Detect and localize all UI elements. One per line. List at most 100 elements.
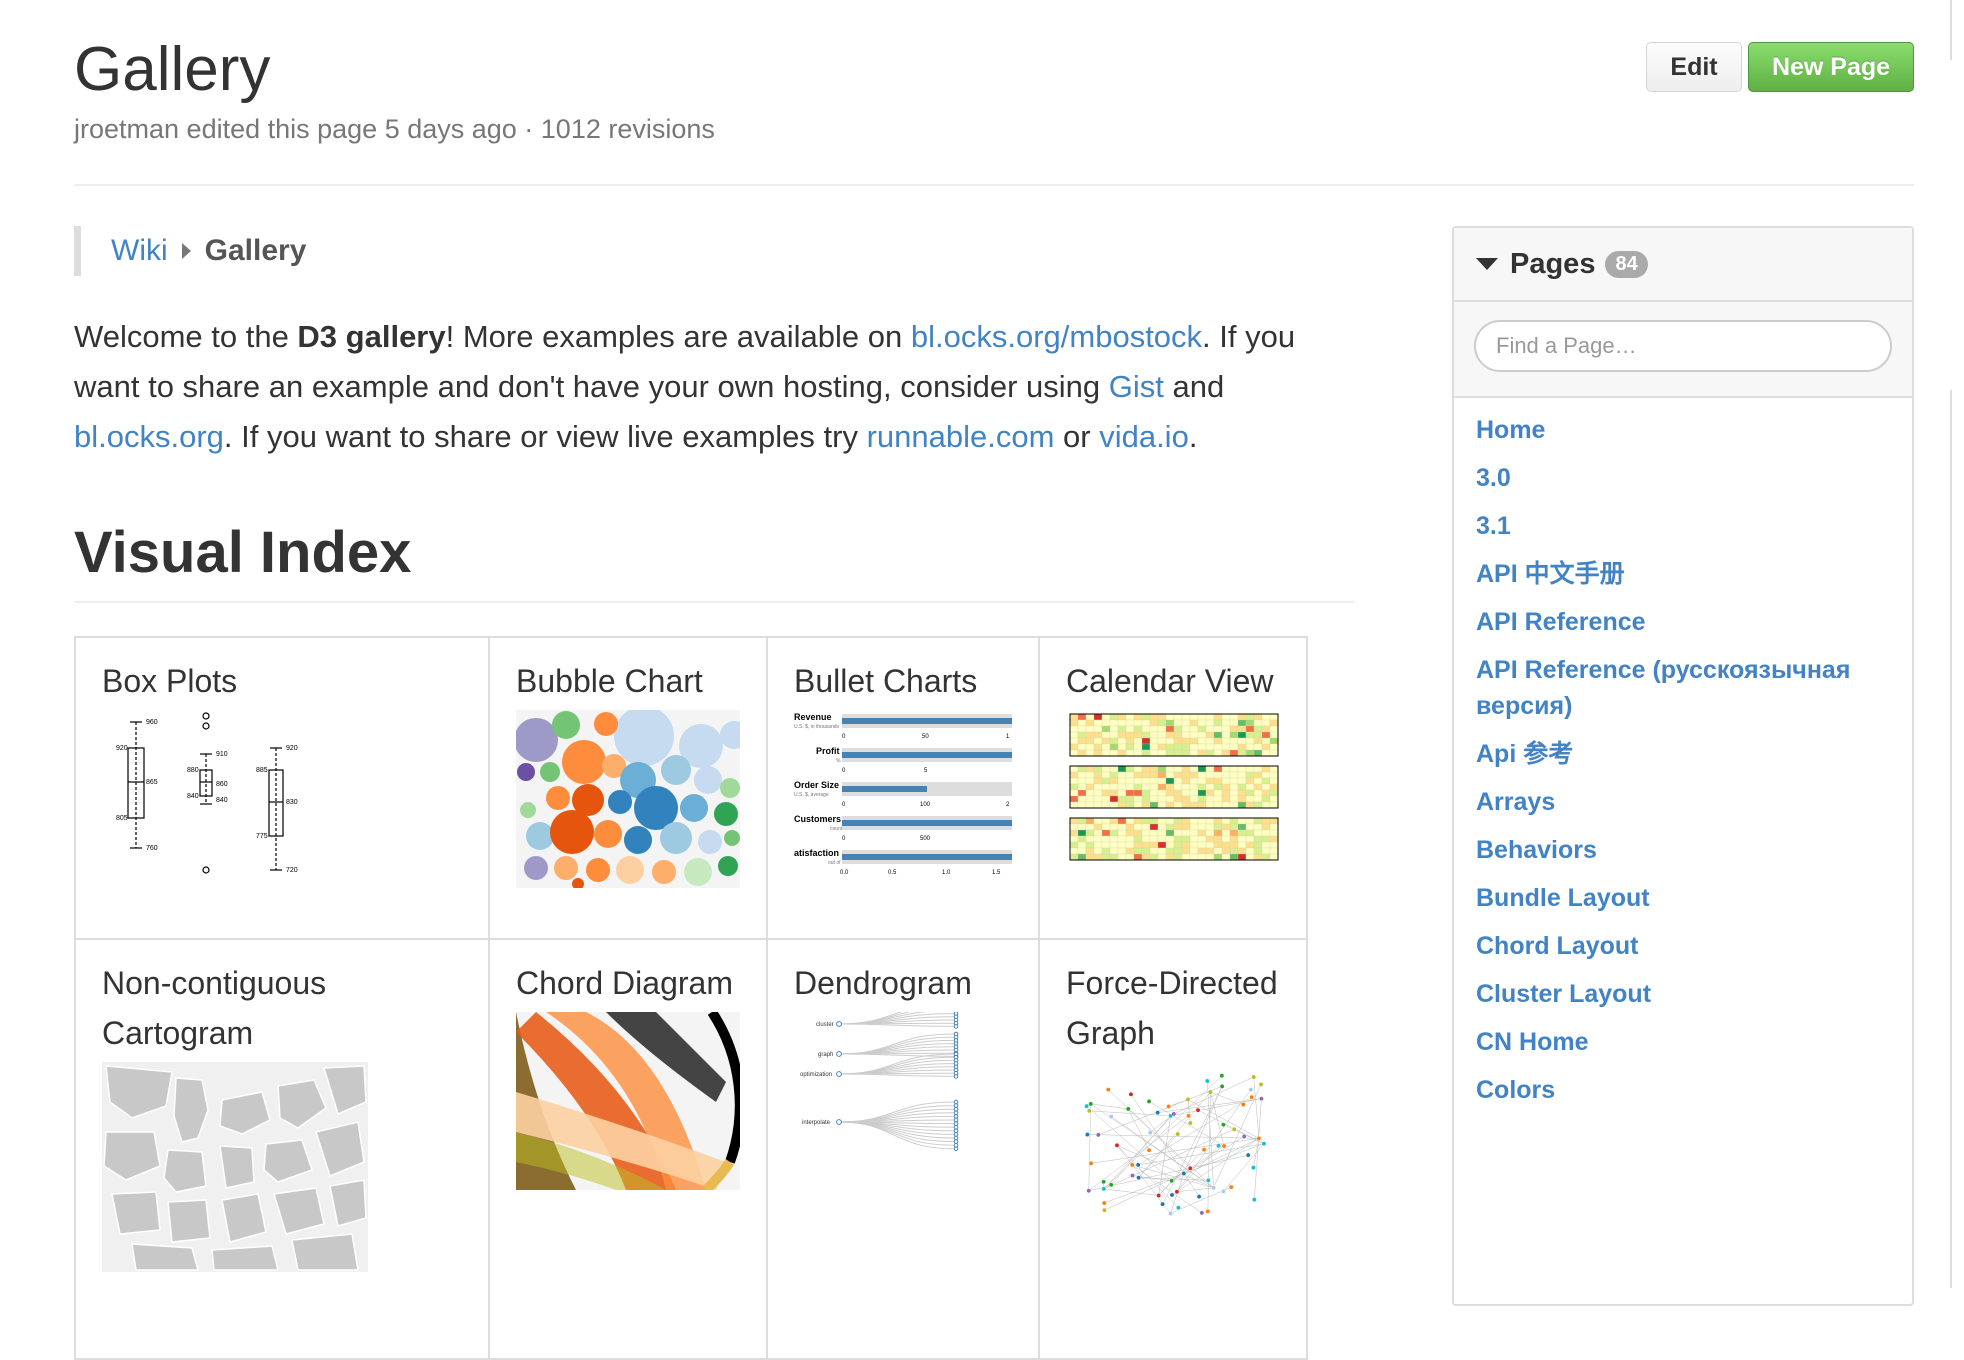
calendar-day-cell xyxy=(1118,744,1126,750)
gallery-title-chord-diagram[interactable]: Chord Diagram xyxy=(516,958,740,1008)
page-link[interactable]: Home xyxy=(1476,416,1545,444)
gallery-title-bullet-charts[interactable]: Bullet Charts xyxy=(794,656,1012,706)
blocks-link[interactable]: bl.ocks.org xyxy=(74,419,224,454)
breadcrumb-wiki-link[interactable]: Wiki xyxy=(111,234,168,268)
gallery-title-calendar-view[interactable]: Calendar View xyxy=(1066,656,1280,706)
page-list-item: Colors xyxy=(1476,1066,1890,1114)
gist-link[interactable]: Gist xyxy=(1109,369,1164,404)
page-link[interactable]: API Reference (русскоязычная xyxy=(1476,656,1850,684)
calendar-day-cell xyxy=(1230,848,1238,854)
intro-paragraph: Welcome to the D3 gallery! More examples… xyxy=(74,312,1364,462)
gallery-title-box-plots[interactable]: Box Plots xyxy=(102,656,462,706)
bubble-chart-thumbnail[interactable] xyxy=(516,710,740,888)
page-list-item: Home xyxy=(1476,406,1890,454)
page-link[interactable]: Behaviors xyxy=(1476,836,1597,864)
bullet-charts-thumbnail[interactable]: Revenue U.S. $, in thousands Profit % Or… xyxy=(794,710,1012,880)
gallery-cell-calendar-view[interactable]: Calendar View xyxy=(1039,637,1307,939)
calendar-day-cell xyxy=(1094,784,1102,790)
calendar-day-cell xyxy=(1190,790,1198,796)
calendar-day-cell xyxy=(1246,854,1254,860)
page-link[interactable]: Chord Layout xyxy=(1476,932,1639,960)
calendar-day-cell xyxy=(1198,790,1206,796)
vida-link[interactable]: vida.io xyxy=(1099,419,1189,454)
calendar-day-cell xyxy=(1070,854,1078,860)
graph-node xyxy=(1155,1110,1159,1114)
calendar-day-cell xyxy=(1246,836,1254,842)
page-link[interactable]: Bundle Layout xyxy=(1476,884,1650,912)
gallery-title-cartogram[interactable]: Non-contiguous Cartogram xyxy=(102,958,462,1058)
page-link[interactable]: 3.1 xyxy=(1476,512,1511,540)
calendar-day-cell xyxy=(1174,848,1182,854)
intro-text: . xyxy=(1189,419,1198,454)
calendar-day-cell xyxy=(1158,818,1166,824)
edit-button[interactable]: Edit xyxy=(1646,42,1742,92)
calendar-day-cell xyxy=(1086,784,1094,790)
page-link[interactable]: CN Home xyxy=(1476,1028,1589,1056)
page-link[interactable]: Arrays xyxy=(1476,788,1555,816)
gallery-cell-bullet-charts[interactable]: Bullet Charts Revenue U.S. $, in thousan… xyxy=(767,637,1039,939)
calendar-day-cell xyxy=(1086,818,1094,824)
pages-header[interactable]: Pages 84 xyxy=(1454,228,1912,302)
gallery-cell-cartogram[interactable]: Non-contiguous Cartogram xyxy=(75,939,489,1359)
calendar-day-cell xyxy=(1174,766,1182,772)
gallery-cell-bubble-chart[interactable]: Bubble Chart xyxy=(489,637,767,939)
calendar-day-cell xyxy=(1126,778,1134,784)
page-link[interactable]: API Reference xyxy=(1476,608,1646,636)
calendar-day-cell xyxy=(1086,830,1094,836)
calendar-day-cell xyxy=(1158,726,1166,732)
find-page-input[interactable] xyxy=(1474,320,1892,372)
new-page-button[interactable]: New Page xyxy=(1748,42,1914,92)
page-link[interactable]: Api 参考 xyxy=(1476,740,1573,768)
calendar-day-cell xyxy=(1078,836,1086,842)
chord-diagram-thumbnail[interactable] xyxy=(516,1012,740,1190)
box-plots-thumbnail[interactable]: 960 920 865 805 760 910 880 860 840 840 … xyxy=(102,710,322,880)
page-link[interactable]: версия) xyxy=(1476,692,1572,720)
page-link[interactable]: Cluster Layout xyxy=(1476,980,1651,1008)
cartogram-title-line2: Cartogram xyxy=(102,1015,253,1051)
right-edge-border xyxy=(1950,0,1964,1288)
gallery-title-force-directed[interactable]: Force-Directed Graph xyxy=(1066,958,1280,1058)
force-graph-thumbnail[interactable] xyxy=(1066,1062,1280,1232)
page-link[interactable]: API 中文手册 xyxy=(1476,560,1625,588)
calendar-day-cell xyxy=(1246,790,1254,796)
page-link[interactable]: 3.0 xyxy=(1476,464,1511,492)
caret-down-icon[interactable] xyxy=(1476,258,1498,270)
gallery-cell-box-plots[interactable]: Box Plots 960 920 865 xyxy=(75,637,489,939)
graph-node xyxy=(1087,1109,1091,1113)
gallery-title-bubble-chart[interactable]: Bubble Chart xyxy=(516,656,740,706)
gallery-cell-force-directed[interactable]: Force-Directed Graph xyxy=(1039,939,1307,1359)
calendar-day-cell xyxy=(1206,836,1214,842)
calendar-day-cell xyxy=(1262,750,1270,756)
calendar-day-cell xyxy=(1222,714,1230,720)
calendar-view-thumbnail[interactable] xyxy=(1066,710,1280,880)
gallery-cell-dendrogram[interactable]: Dendrogram cluster graph optimization in… xyxy=(767,939,1039,1359)
runnable-link[interactable]: runnable.com xyxy=(867,419,1055,454)
calendar-day-cell xyxy=(1118,824,1126,830)
page-link[interactable]: Colors xyxy=(1476,1076,1555,1104)
calendar-day-cell xyxy=(1190,836,1198,842)
calendar-day-cell xyxy=(1206,726,1214,732)
gallery-cell-chord-diagram[interactable]: Chord Diagram xyxy=(489,939,767,1359)
calendar-day-cell xyxy=(1142,796,1150,802)
calendar-day-cell xyxy=(1118,784,1126,790)
calendar-day-cell xyxy=(1086,836,1094,842)
blocks-mbostock-link[interactable]: bl.ocks.org/mbostock xyxy=(911,319,1202,354)
page-list-item: Arrays xyxy=(1476,778,1890,826)
graph-node xyxy=(1188,1166,1192,1170)
bullet-label: Customers xyxy=(794,814,841,824)
calendar-day-cell xyxy=(1174,778,1182,784)
graph-node xyxy=(1175,1190,1179,1194)
cartogram-thumbnail[interactable] xyxy=(102,1062,368,1272)
calendar-day-cell xyxy=(1070,766,1078,772)
dendrogram-thumbnail[interactable]: cluster graph optimization interpolate xyxy=(794,1012,1012,1182)
page-list-item: Chord Layout xyxy=(1476,922,1890,970)
calendar-day-cell xyxy=(1086,766,1094,772)
calendar-day-cell xyxy=(1102,830,1110,836)
calendar-day-cell xyxy=(1214,796,1222,802)
calendar-day-cell xyxy=(1126,848,1134,854)
calendar-day-cell xyxy=(1118,726,1126,732)
calendar-day-cell xyxy=(1214,720,1222,726)
gallery-title-dendrogram[interactable]: Dendrogram xyxy=(794,958,1012,1008)
dendrogram-leaf xyxy=(954,1136,958,1140)
calendar-day-cell xyxy=(1070,732,1078,738)
